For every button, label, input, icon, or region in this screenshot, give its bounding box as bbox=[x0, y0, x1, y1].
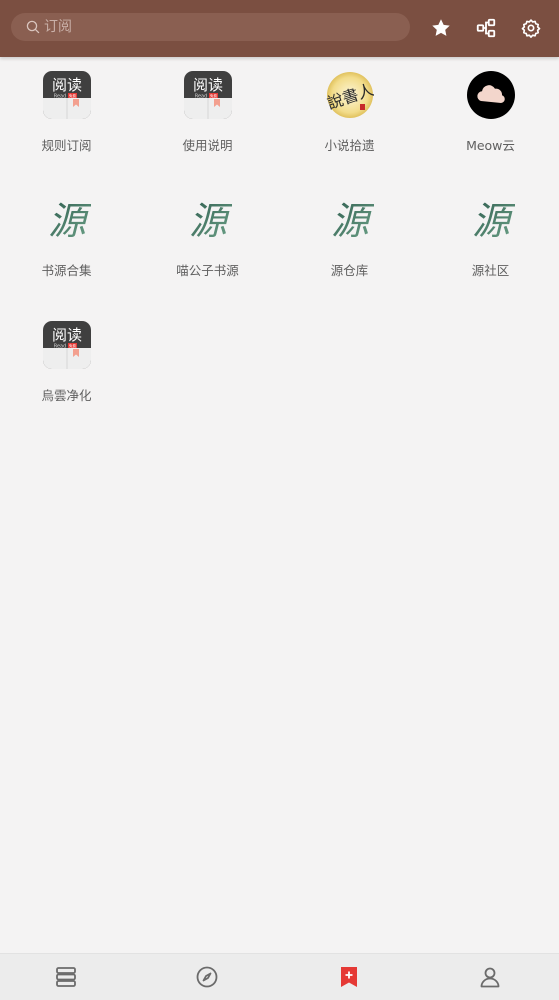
svg-text:源: 源 bbox=[330, 199, 373, 243]
yuan-calligraphy-icon: 源 bbox=[467, 196, 514, 244]
source-label: 书源合集 bbox=[41, 263, 92, 278]
share-nodes-icon[interactable] bbox=[474, 16, 498, 40]
source-label: 规则订阅 bbox=[41, 138, 92, 153]
svg-text:Read: Read bbox=[194, 94, 207, 100]
search-box[interactable] bbox=[11, 13, 410, 41]
source-label: 源社区 bbox=[471, 263, 510, 278]
cloud-icon bbox=[466, 71, 515, 119]
svg-text:阅读: 阅读 bbox=[192, 76, 222, 94]
source-item-community[interactable]: 源 源社区 bbox=[420, 182, 559, 292]
yuan-calligraphy-icon: 源 bbox=[43, 196, 90, 244]
svg-text:源: 源 bbox=[188, 199, 231, 243]
search-input[interactable] bbox=[44, 19, 384, 35]
yuan-calligraphy-icon: 源 bbox=[184, 196, 231, 244]
legado-app-icon: 阅读 Read 免费 bbox=[42, 321, 91, 369]
svg-text:源: 源 bbox=[47, 199, 90, 243]
source-item-rule-subscribe[interactable]: 阅读 Read 免费 规则订阅 bbox=[0, 57, 137, 167]
nav-my[interactable] bbox=[420, 954, 559, 1000]
source-label: Meow云 bbox=[466, 138, 515, 153]
svg-text:阅读: 阅读 bbox=[51, 326, 81, 344]
person-icon bbox=[480, 967, 500, 988]
yuan-calligraphy-icon: 源 bbox=[326, 196, 373, 244]
svg-text:免费: 免费 bbox=[69, 93, 76, 98]
svg-text:免费: 免费 bbox=[69, 343, 76, 348]
source-item-warehouse[interactable]: 源 源仓库 bbox=[279, 182, 420, 292]
source-item-novel-gleanings[interactable]: 說書人 小说拾遗 bbox=[279, 57, 420, 167]
top-app-bar bbox=[0, 0, 559, 57]
source-label: 源仓库 bbox=[330, 263, 369, 278]
source-item-meow-gongzi[interactable]: 源 喵公子书源 bbox=[137, 182, 278, 292]
svg-text:源: 源 bbox=[471, 199, 514, 243]
legado-app-icon: 阅读 Read 免费 bbox=[183, 71, 232, 119]
source-label: 喵公子书源 bbox=[176, 263, 239, 278]
nav-subscribe[interactable] bbox=[279, 954, 419, 1000]
source-label: 烏雲净化 bbox=[41, 388, 92, 403]
source-item-meow-cloud[interactable]: Meow云 bbox=[420, 57, 559, 167]
bookmark-add-icon bbox=[341, 967, 357, 987]
star-icon[interactable] bbox=[429, 16, 453, 40]
svg-text:阅读: 阅读 bbox=[51, 76, 81, 94]
bookshelf-icon bbox=[56, 967, 76, 987]
bottom-navigation bbox=[0, 953, 559, 1000]
source-label: 使用说明 bbox=[182, 138, 233, 153]
source-item-usage-guide[interactable]: 阅读 Read 免费 使用说明 bbox=[137, 57, 278, 167]
svg-text:Read: Read bbox=[53, 94, 66, 100]
svg-text:免费: 免费 bbox=[210, 93, 217, 98]
svg-text:Read: Read bbox=[53, 344, 66, 350]
gear-icon[interactable] bbox=[519, 16, 543, 40]
source-item-wuyun-purify[interactable]: 阅读 Read 免费 烏雲净化 bbox=[0, 307, 137, 417]
seal-calligraphy-icon: 說書人 bbox=[326, 71, 374, 119]
search-icon bbox=[26, 20, 40, 34]
source-label: 小说拾遗 bbox=[324, 138, 375, 153]
source-item-collection[interactable]: 源 书源合集 bbox=[0, 182, 137, 292]
compass-icon bbox=[196, 966, 218, 988]
legado-app-icon: 阅读 Read 免费 bbox=[42, 71, 91, 119]
nav-discover[interactable] bbox=[137, 954, 277, 1000]
nav-bookshelf[interactable] bbox=[0, 954, 136, 1000]
